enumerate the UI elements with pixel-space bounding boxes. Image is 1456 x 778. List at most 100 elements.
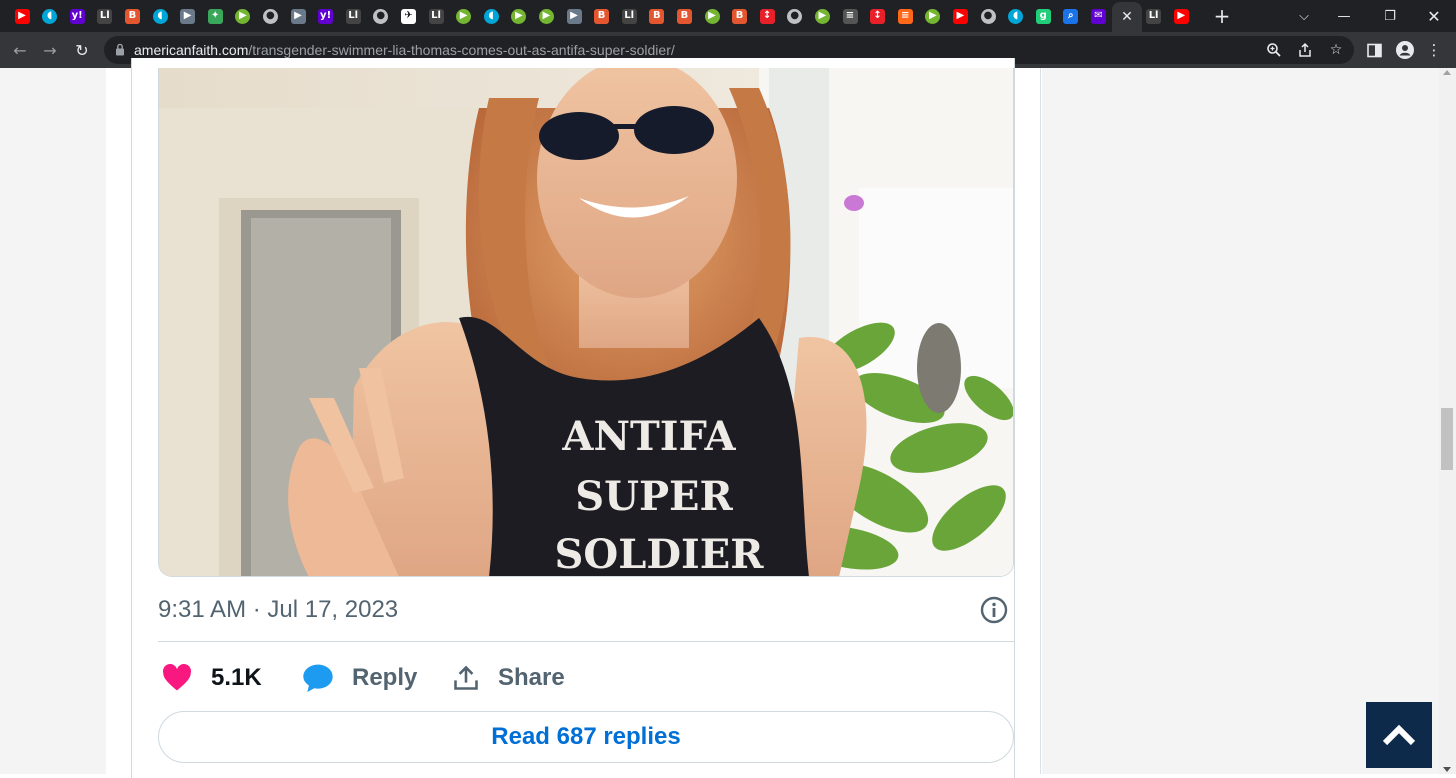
browser-tab[interactable]: ◖ — [146, 4, 174, 28]
left-gutter — [0, 68, 106, 774]
browser-tab[interactable]: ● — [367, 4, 395, 28]
read-replies-button[interactable]: Read 687 replies — [158, 711, 1014, 763]
lock-icon — [116, 43, 124, 56]
browser-tab[interactable]: g — [1029, 4, 1057, 28]
browser-tab[interactable]: ● — [974, 4, 1002, 28]
minimize-icon[interactable]: — — [1324, 0, 1364, 32]
reply-button[interactable]: Reply — [302, 663, 417, 693]
zoom-icon[interactable] — [1264, 40, 1284, 60]
reload-icon[interactable]: ↻ — [70, 38, 94, 62]
new-tab-button[interactable]: + — [1211, 4, 1233, 28]
back-to-top-button[interactable] — [1366, 702, 1432, 768]
tweet-image[interactable]: ANTIFA SUPER SOLDIER — [158, 68, 1014, 577]
browser-tab[interactable]: B — [726, 4, 754, 28]
shirt-text-line-1: ANTIFA — [561, 413, 736, 460]
map-icon: ✦ — [207, 8, 223, 24]
bookmark-star-icon[interactable]: ☆ — [1326, 40, 1346, 60]
rumble-icon: ▶ — [538, 8, 554, 24]
like-button[interactable]: 5.1K — [162, 663, 262, 693]
share-page-icon[interactable] — [1295, 40, 1315, 60]
share-button[interactable]: Share — [452, 663, 565, 693]
browser-tab[interactable]: ▶ — [808, 4, 836, 28]
browser-tab[interactable]: ▶ — [8, 4, 36, 28]
restore-icon[interactable]: ❐ — [1370, 0, 1410, 32]
runner-icon: ✈ — [400, 8, 416, 24]
gettr-icon: ↕ — [759, 8, 775, 24]
browser-tab[interactable]: y! — [312, 4, 340, 28]
browser-tab[interactable]: Ll — [422, 4, 450, 28]
stack-icon: ≡ — [897, 8, 913, 24]
video-icon: ▶ — [566, 8, 582, 24]
browser-tab[interactable]: ▶ — [946, 4, 974, 28]
browser-tab[interactable]: ≡ — [836, 4, 864, 28]
url-host: americanfaith.com — [134, 42, 249, 58]
browser-tab[interactable]: ▶ — [919, 4, 947, 28]
browser-tab[interactable]: ◖ — [477, 4, 505, 28]
tab-search-chevron-icon[interactable]: ⌵ — [1284, 0, 1324, 32]
tweet-timestamp[interactable]: 9:31 AM · Jul 17, 2023 — [158, 596, 398, 624]
page-scrollbar[interactable] — [1439, 68, 1456, 774]
separator-line — [158, 641, 1014, 642]
forward-arrow-icon[interactable]: → — [38, 38, 62, 62]
browser-tab[interactable]: ▶ — [450, 4, 478, 28]
browser-tab[interactable]: B — [670, 4, 698, 28]
side-panel-icon[interactable] — [1362, 38, 1386, 62]
right-sidebar — [1042, 68, 1439, 774]
browser-tab[interactable]: ▶ — [174, 4, 202, 28]
browser-tab[interactable]: ▶ — [698, 4, 726, 28]
browser-tab[interactable]: B — [118, 4, 146, 28]
browser-tab[interactable]: ↕ — [864, 4, 892, 28]
gab-icon: g — [1035, 8, 1051, 24]
browser-tab[interactable]: ▶ — [505, 4, 533, 28]
browser-tab[interactable]: ▶ — [284, 4, 312, 28]
close-icon[interactable]: ✕ — [1121, 9, 1133, 25]
scroll-down-arrow-icon[interactable] — [1443, 767, 1451, 772]
browser-tab[interactable]: ⌕ — [1057, 4, 1085, 28]
globe-icon: ● — [980, 8, 996, 24]
scrollbar-thumb[interactable] — [1441, 408, 1453, 470]
tweet-photo: ANTIFA SUPER SOLDIER — [159, 68, 1013, 576]
browser-tab[interactable]: ● — [256, 4, 284, 28]
content-divider — [1040, 68, 1041, 774]
youtube-icon: ▶ — [14, 8, 30, 24]
browser-tab[interactable]: Ll — [339, 4, 367, 28]
browser-tab[interactable]: ▶ — [532, 4, 560, 28]
browser-tab[interactable]: ≡ — [891, 4, 919, 28]
browser-tab[interactable]: ▶ — [229, 4, 257, 28]
breitbart-icon: B — [676, 8, 692, 24]
rumble-icon: ▶ — [814, 8, 830, 24]
browser-tab[interactable]: Ll — [1140, 4, 1168, 28]
browser-tab[interactable]: ✈ — [394, 4, 422, 28]
browser-tab[interactable]: ◖ — [1002, 4, 1030, 28]
browser-tab[interactable]: ↕ — [753, 4, 781, 28]
tab-strip: + ⌵ — ❐ ✕ ▶ ◖ y! Ll B ◖ ▶ ✦ ▶ ● ▶ y! Ll ● ✈ Ll ▶ ◖ ▶ ▶ ▶ B Ll B… — [0, 0, 1456, 32]
browser-tab[interactable]: ✦ — [201, 4, 229, 28]
youtube-icon: ▶ — [1173, 8, 1189, 24]
info-icon[interactable] — [979, 595, 1009, 625]
more-menu-icon[interactable]: ⋮ — [1422, 38, 1446, 62]
browser-tab[interactable]: ◖ — [36, 4, 64, 28]
yahoo-icon: y! — [318, 8, 334, 24]
browser-tab[interactable]: ✉ — [1084, 4, 1112, 28]
browser-tab[interactable]: y! — [63, 4, 91, 28]
rumble-icon: ▶ — [235, 8, 251, 24]
browser-tab[interactable]: Ll — [615, 4, 643, 28]
scroll-up-arrow-icon[interactable] — [1443, 70, 1451, 75]
yahoo-icon: y! — [69, 8, 85, 24]
reply-label: Reply — [352, 664, 418, 691]
browser-tab[interactable]: ▶ — [560, 4, 588, 28]
profile-avatar-icon[interactable] — [1393, 38, 1417, 62]
rumble-icon: ▶ — [704, 8, 720, 24]
url-path: /transgender-swimmer-lia-thomas-comes-ou… — [248, 42, 675, 58]
shield-icon: ◖ — [42, 8, 58, 24]
window-close-icon[interactable]: ✕ — [1414, 0, 1454, 32]
browser-tab[interactable]: Ll — [91, 4, 119, 28]
browser-tab[interactable]: ▶ — [1167, 4, 1195, 28]
speech-bubble-icon — [303, 664, 333, 692]
browser-tab[interactable]: ✕ — [1112, 2, 1142, 32]
browser-tab[interactable]: B — [588, 4, 616, 28]
breitbart-icon: B — [732, 8, 748, 24]
browser-tab[interactable]: ● — [781, 4, 809, 28]
browser-tab[interactable]: B — [643, 4, 671, 28]
back-arrow-icon[interactable]: ← — [8, 38, 32, 62]
